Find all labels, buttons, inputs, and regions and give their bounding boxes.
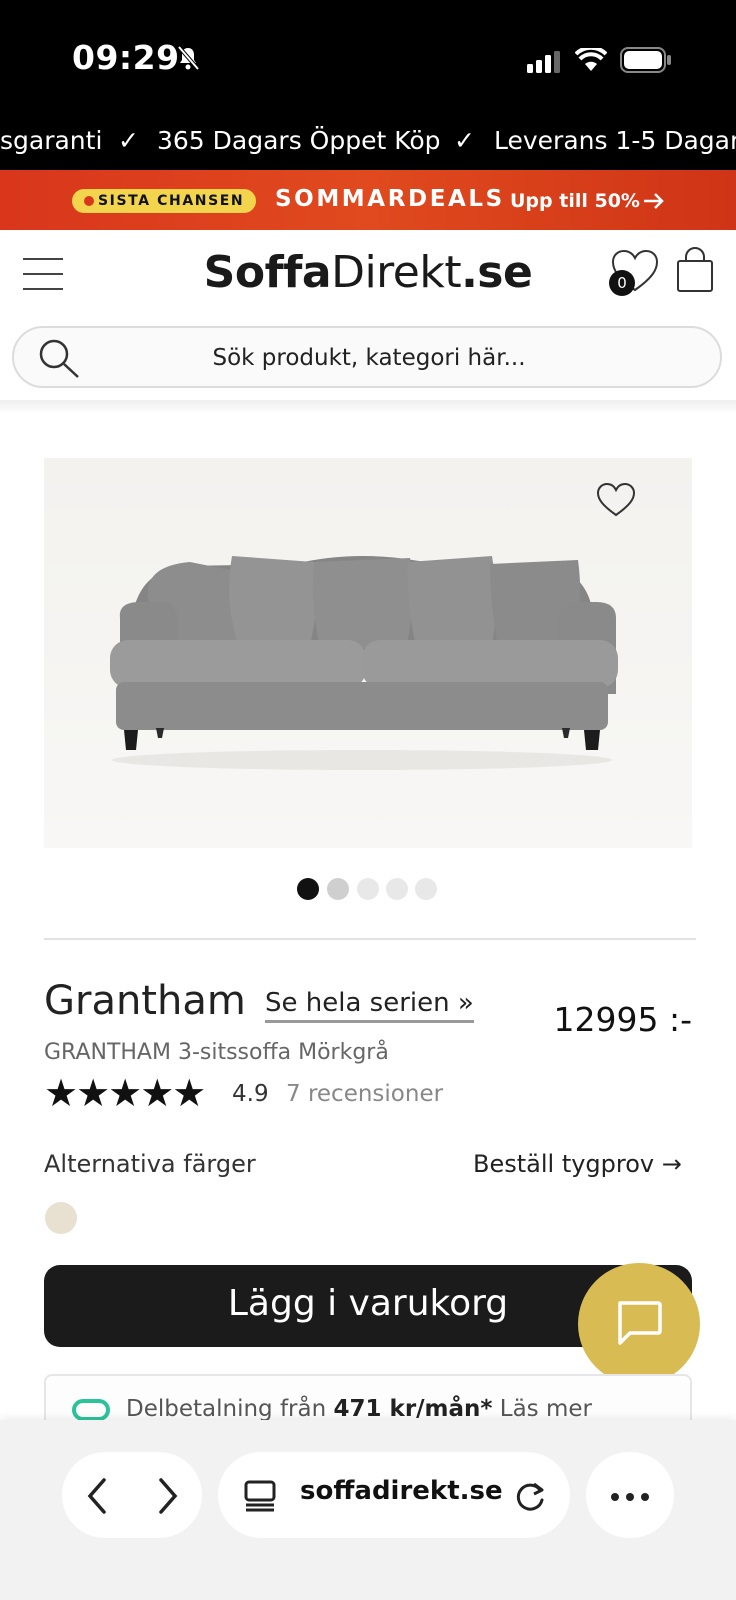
- chat-icon: [618, 1301, 662, 1345]
- see-series-link[interactable]: Se hela serien »: [265, 988, 474, 1023]
- shopping-bag-icon[interactable]: [675, 247, 715, 293]
- promo-badge-label: SISTA CHANSEN: [98, 193, 245, 209]
- usp-item: sgaranti: [0, 126, 103, 155]
- promo-title[interactable]: SOMMARDEALS: [275, 186, 505, 212]
- carousel-dot[interactable]: [327, 878, 349, 900]
- sofa-illustration: [44, 458, 692, 848]
- favorite-heart-icon[interactable]: [596, 482, 636, 518]
- rating-stars[interactable]: ★★★★★: [44, 1074, 206, 1114]
- alt-colors-label: Alternativa färger: [44, 1150, 256, 1178]
- browser-toolbar: soffadirekt.se: [0, 1420, 736, 1600]
- search-placeholder: Sök produkt, kategori här...: [212, 345, 526, 371]
- address-url[interactable]: soffadirekt.se: [300, 1476, 503, 1506]
- forward-icon[interactable]: [153, 1476, 183, 1516]
- product-title: Grantham: [44, 978, 246, 1024]
- product-image[interactable]: [44, 458, 692, 848]
- back-icon[interactable]: [82, 1476, 112, 1516]
- usp-item: 365 Dagars Öppet Köp: [157, 126, 441, 155]
- carousel-dot[interactable]: [415, 878, 437, 900]
- wishlist-count-badge: 0: [609, 270, 635, 296]
- payment-prefix: Delbetalning från: [126, 1396, 327, 1422]
- header-shadow: [0, 400, 736, 414]
- usp-item: Leverans 1-5 Dagar: [494, 126, 736, 155]
- logo-part: Direkt: [331, 247, 462, 298]
- payment-text[interactable]: Delbetalning från 471 kr/mån* Läs mer: [126, 1396, 592, 1422]
- badge-dot: [84, 196, 94, 206]
- product-subtitle: GRANTHAM 3-sitssoffa Mörkgrå: [44, 1040, 389, 1065]
- more-button[interactable]: [586, 1452, 674, 1538]
- arrow-right-icon: [644, 193, 664, 209]
- tab-overview-icon[interactable]: [244, 1480, 278, 1512]
- battery-icon: [620, 47, 671, 73]
- chat-button[interactable]: [578, 1263, 700, 1385]
- product-price: 12995 :-: [553, 1000, 693, 1039]
- logo-part: Soffa: [203, 247, 332, 298]
- payment-amount: 471 kr/mån*: [333, 1396, 493, 1422]
- check-icon: ✓: [454, 126, 475, 155]
- status-bar: 09:29: [0, 0, 736, 120]
- carousel-dot[interactable]: [386, 878, 408, 900]
- rating-value: 4.9: [232, 1081, 269, 1107]
- more-icon: [611, 1493, 649, 1501]
- check-icon: ✓: [118, 126, 139, 155]
- reload-icon[interactable]: [514, 1480, 548, 1514]
- signal-icon: [527, 51, 560, 73]
- status-time: 09:29: [72, 38, 180, 77]
- reviews-link[interactable]: 7 recensioner: [286, 1081, 443, 1107]
- promo-subtitle[interactable]: Upp till 50%: [510, 190, 640, 212]
- carousel-dot[interactable]: [357, 878, 379, 900]
- order-fabric-sample-link[interactable]: Beställ tygprov →: [473, 1150, 682, 1178]
- usp-strip: sgaranti ✓ 365 Dagars Öppet Köp ✓ Levera…: [0, 120, 736, 170]
- promo-badge: SISTA CHANSEN: [72, 189, 256, 213]
- silent-bell-icon: [177, 45, 200, 71]
- logo-part: .se: [461, 247, 533, 298]
- divider: [44, 938, 696, 940]
- carousel-dot[interactable]: [297, 878, 319, 900]
- search-input[interactable]: Sök produkt, kategori här...: [12, 326, 722, 388]
- color-swatch[interactable]: [45, 1202, 77, 1234]
- wifi-icon: [575, 48, 607, 71]
- payment-read-more[interactable]: Läs mer: [500, 1396, 592, 1422]
